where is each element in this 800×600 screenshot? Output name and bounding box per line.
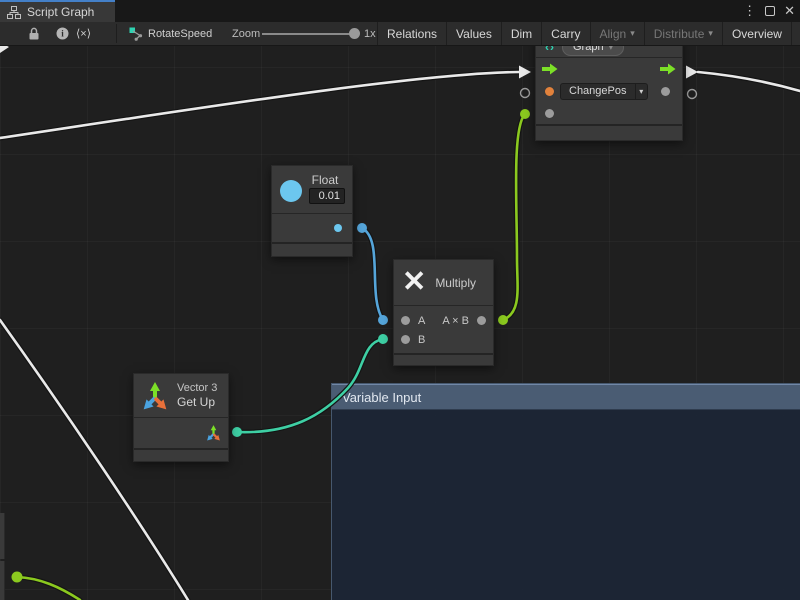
zoom-value: 1x (364, 22, 376, 45)
lock-icon[interactable] (28, 22, 40, 45)
align-button[interactable]: Align ▾ (590, 22, 644, 45)
float-node-header: Float 0.01 (272, 166, 352, 214)
chevron-down-icon: ▾ (630, 28, 635, 39)
script-graph-window: Variable Input (0, 0, 800, 600)
multiply-icon: ✕ (402, 268, 426, 297)
value-output-port[interactable] (661, 87, 670, 96)
chevron-down-icon: ▾ (708, 28, 713, 39)
value-input-port-2[interactable] (545, 109, 554, 118)
dim-button[interactable]: Dim (501, 22, 541, 45)
vector3-getup-node[interactable]: Vector 3 Get Up (133, 373, 229, 462)
multiply-title: Multiply (435, 276, 476, 290)
values-button[interactable]: Values (446, 22, 501, 45)
variable-input-panel-header[interactable]: Variable Input (332, 384, 800, 410)
distribute-button[interactable]: Distribute ▾ (644, 22, 722, 45)
value-input-port[interactable] (545, 87, 554, 96)
script-graph-icon (7, 6, 21, 19)
multiply-input-b-port[interactable] (401, 335, 410, 344)
tab-script-graph[interactable]: Script Graph (0, 0, 115, 22)
changepos-dropdown-label: ChangePos (561, 84, 635, 99)
node-footer (272, 242, 352, 254)
close-icon[interactable]: ✕ (784, 0, 795, 22)
multiply-node-header: ✕ Multiply (394, 260, 493, 306)
float-title: Float (306, 173, 344, 187)
float-node[interactable]: Float 0.01 (271, 165, 353, 257)
chevron-down-icon: ▾ (635, 84, 648, 99)
menu-icon[interactable]: ⋮ (743, 0, 756, 22)
vector3-type-label: Vector 3 (177, 382, 217, 394)
info-icon[interactable]: i (56, 22, 69, 45)
vector3-node-header: Vector 3 Get Up (134, 374, 228, 418)
offscreen-node-edge[interactable] (0, 513, 5, 559)
panel-title: Variable Input (342, 390, 421, 405)
float-output-port[interactable] (334, 224, 342, 232)
multiply-output-port[interactable] (477, 316, 486, 325)
multiply-input-b-label: B (418, 334, 425, 346)
control-input-arrow-icon[interactable] (542, 63, 558, 75)
vector3-icon (140, 380, 170, 412)
relations-button[interactable]: Relations (377, 22, 446, 45)
breadcrumb-graph-name[interactable]: RotateSpeed (148, 22, 212, 45)
float-icon (280, 180, 302, 202)
tab-strip: Script Graph ⋮ ✕ (0, 0, 800, 22)
overview-button[interactable]: Overview (722, 22, 791, 45)
zoom-slider-track[interactable] (262, 33, 352, 35)
code-view-icon[interactable]: ⟨×⟩ (76, 22, 91, 45)
multiply-input-a-port[interactable] (401, 316, 410, 325)
control-output-arrow-icon[interactable] (660, 63, 676, 75)
multiply-node[interactable]: ✕ Multiply A A × B B (393, 259, 494, 366)
node-footer (394, 353, 493, 364)
graph-unit-node[interactable]: ‹› Graph ▾ ChangePos ▾ (535, 36, 683, 141)
carry-button[interactable]: Carry (541, 22, 589, 45)
graph-breadcrumb-icon (129, 22, 144, 45)
vector3-output-port-icon[interactable] (205, 424, 222, 442)
zoom-label: Zoom (232, 22, 260, 45)
multiply-input-a-label: A (418, 315, 425, 327)
vector3-title: Get Up (177, 395, 217, 409)
multiply-output-label: A × B (442, 315, 469, 327)
full-screen-button[interactable]: Full Screen (791, 22, 800, 45)
changepos-dropdown[interactable]: ChangePos ▾ (560, 83, 648, 100)
node-footer (134, 448, 228, 460)
offscreen-node-edge[interactable] (0, 561, 5, 600)
float-value-field[interactable]: 0.01 (309, 188, 345, 204)
maximize-icon[interactable] (765, 6, 775, 16)
node-footer (536, 124, 682, 135)
graph-toolbar: i ⟨×⟩ RotateSpeed Zoom 1x Relations Valu… (0, 22, 800, 46)
variable-input-panel[interactable]: Variable Input (331, 383, 800, 600)
tab-title: Script Graph (27, 5, 94, 19)
zoom-slider-knob[interactable] (349, 28, 360, 39)
